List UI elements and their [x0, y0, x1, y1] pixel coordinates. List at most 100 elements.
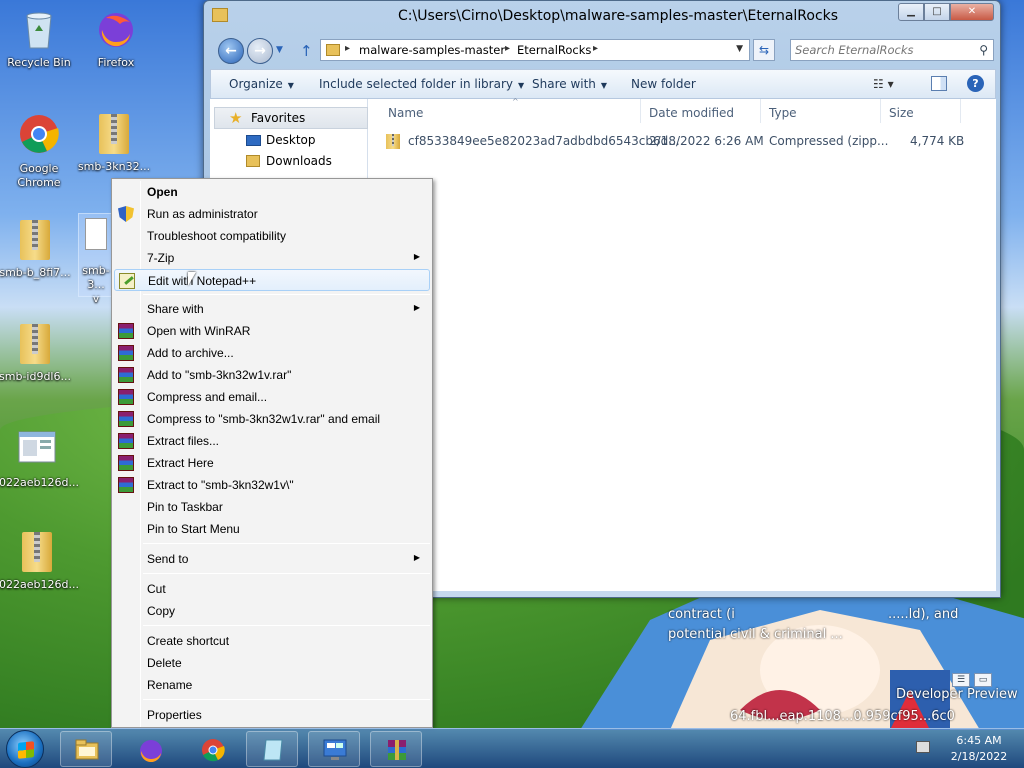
shield-icon	[118, 206, 134, 222]
taskbar-button-firefox[interactable]	[124, 731, 176, 767]
desktop-icon-zip[interactable]: 022aeb126d...	[0, 530, 79, 592]
address-bar[interactable]: ▸ malware-samples-master ▸ EternalRocks …	[320, 39, 750, 61]
zip-folder-icon	[22, 532, 52, 572]
desktop-icon-firefox[interactable]: Firefox	[78, 6, 154, 70]
menu-item-7zip[interactable]: 7-Zip ▶	[114, 247, 430, 269]
desktop-icon-exe[interactable]: 022aeb126d...	[0, 426, 79, 490]
menu-item-send-to[interactable]: Send to ▶	[114, 548, 430, 570]
column-header-name[interactable]: Name	[388, 106, 423, 120]
file-type: Compressed (zipp...	[769, 134, 889, 148]
menu-item-pin-to-taskbar[interactable]: Pin to Taskbar	[114, 496, 430, 518]
menu-item-extract-here[interactable]: Extract Here	[114, 452, 430, 474]
menu-item-run-as-administrator[interactable]: Run as administrator	[114, 203, 430, 225]
desktop-icon-label: v	[92, 292, 100, 305]
breadcrumb-separator[interactable]: ▸	[345, 43, 350, 54]
menu-item-cut[interactable]: Cut	[114, 578, 430, 600]
column-separator[interactable]	[640, 99, 641, 123]
menu-item-delete[interactable]: Delete	[114, 652, 430, 674]
menu-item-share-with[interactable]: Share with ▶	[114, 298, 430, 320]
window-title: C:\Users\Cirno\Desktop\malware-samples-m…	[398, 8, 839, 24]
chrome-icon	[202, 739, 225, 762]
include-in-library-button[interactable]: Include selected folder in library ▼	[319, 77, 524, 91]
share-with-button[interactable]: Share with ▼	[532, 77, 607, 91]
chrome-icon	[20, 115, 59, 153]
firefox-icon	[99, 13, 133, 47]
new-folder-button[interactable]: New folder	[631, 77, 696, 91]
winrar-icon	[118, 433, 134, 449]
change-view-button[interactable]: ☷ ▾	[873, 77, 894, 91]
column-header-date-modified[interactable]: Date modified	[649, 106, 734, 120]
zip-file-icon	[386, 134, 400, 149]
close-button[interactable]: ✕	[950, 3, 994, 21]
menu-item-pin-to-start-menu[interactable]: Pin to Start Menu	[114, 518, 430, 540]
column-separator[interactable]	[760, 99, 761, 123]
desktop-icon-label: smb-3...	[82, 264, 110, 291]
maximize-button[interactable]: □	[924, 3, 950, 21]
table-row[interactable]: cf8533849ee5e82023ad7adbdbd6543cb6d... 2…	[386, 133, 976, 151]
taskbar-button-explorer[interactable]	[60, 731, 112, 767]
menu-item-rename[interactable]: Rename	[114, 674, 430, 696]
folder-icon	[212, 8, 228, 22]
column-separator[interactable]	[880, 99, 881, 123]
title-bar[interactable]: C:\Users\Cirno\Desktop\malware-samples-m…	[204, 1, 1000, 33]
zip-folder-icon	[20, 324, 50, 364]
favorites-header[interactable]: ★ Favorites	[214, 107, 368, 129]
taskbar-button-chrome[interactable]	[186, 731, 238, 767]
help-icon[interactable]: ?	[967, 75, 984, 92]
taskbar-button-notepad[interactable]	[246, 731, 298, 767]
up-arrow-icon[interactable]: ↑	[300, 42, 313, 60]
details-view-icon[interactable]: ☰	[952, 673, 970, 687]
star-icon: ★	[229, 109, 243, 127]
menu-separator	[143, 543, 430, 544]
menu-item-compress-and-email[interactable]: Compress and email...	[114, 386, 430, 408]
column-separator[interactable]	[960, 99, 961, 123]
menu-item-extract-to-folder[interactable]: Extract to "smb-3kn32w1v\"	[114, 474, 430, 496]
menu-item-open-with-winrar[interactable]: Open with WinRAR	[114, 320, 430, 342]
menu-item-open[interactable]: Open	[114, 181, 430, 203]
menu-item-add-to-archive[interactable]: Add to archive...	[114, 342, 430, 364]
breadcrumb-item[interactable]: malware-samples-master	[359, 43, 505, 57]
menu-item-add-to-rar[interactable]: Add to "smb-3kn32w1v.rar"	[114, 364, 430, 386]
taskbar-button-remote-desktop[interactable]	[308, 731, 360, 767]
submenu-arrow-icon: ▶	[413, 553, 420, 562]
menu-item-copy[interactable]: Copy	[114, 600, 430, 622]
menu-item-properties[interactable]: Properties	[114, 704, 430, 726]
start-button[interactable]	[6, 730, 44, 768]
desktop-icon-zip[interactable]: smb-id9dl6...	[0, 322, 73, 384]
menu-item-troubleshoot-compatibility[interactable]: Troubleshoot compatibility	[114, 225, 430, 247]
search-box[interactable]: ⚲	[790, 39, 994, 61]
forward-button[interactable]: →	[247, 38, 273, 64]
preview-pane-button[interactable]	[931, 76, 947, 91]
column-header-size[interactable]: Size	[889, 106, 914, 120]
search-input[interactable]	[795, 42, 965, 58]
system-clock[interactable]: 6:45 AM 2/18/2022	[944, 733, 1014, 765]
menu-separator	[143, 625, 430, 626]
file-size: 4,774 KB	[910, 134, 965, 148]
breadcrumb-separator[interactable]: ▸	[593, 43, 598, 54]
menu-item-extract-files[interactable]: Extract files...	[114, 430, 430, 452]
network-tray-icon[interactable]	[916, 741, 930, 753]
chevron-down-icon: ▼	[517, 81, 525, 90]
menu-item-create-shortcut[interactable]: Create shortcut	[114, 630, 430, 652]
desktop-icon-selected-file[interactable]: smb-3... v	[78, 213, 114, 305]
refresh-button[interactable]: ⇆	[753, 39, 775, 61]
column-header-type[interactable]: Type	[769, 106, 797, 120]
large-icons-view-icon[interactable]: ▭	[974, 673, 992, 687]
desktop-icon-zip[interactable]: smb-b_8fi7...	[0, 218, 73, 280]
menu-item-compress-to-rar-and-email[interactable]: Compress to "smb-3kn32w1v.rar" and email	[114, 408, 430, 430]
breadcrumb-separator[interactable]: ▸	[505, 43, 510, 54]
desktop-icon-zip[interactable]: smb-3kn32...	[76, 112, 152, 174]
back-button[interactable]: ←	[218, 38, 244, 64]
search-icon[interactable]: ⚲	[979, 43, 988, 57]
breadcrumb-item[interactable]: EternalRocks	[517, 43, 591, 57]
organize-button[interactable]: Organize ▼	[229, 77, 294, 91]
minimize-button[interactable]: ▁	[898, 3, 924, 21]
desktop-icon-recycle-bin[interactable]: Recycle Bin	[1, 6, 77, 70]
chevron-down-icon[interactable]: ▼	[736, 44, 743, 54]
recent-pages-dropdown-icon[interactable]: ▼	[276, 45, 283, 55]
file-list: ^ Name Date modified Type Size cf8533849…	[368, 97, 996, 687]
menu-separator	[143, 294, 430, 295]
taskbar-button-winrar[interactable]	[370, 731, 422, 767]
desktop-icon-google-chrome[interactable]: Google Chrome	[1, 112, 77, 190]
menu-item-edit-with-notepadpp[interactable]: Edit with Notepad++	[114, 269, 430, 291]
